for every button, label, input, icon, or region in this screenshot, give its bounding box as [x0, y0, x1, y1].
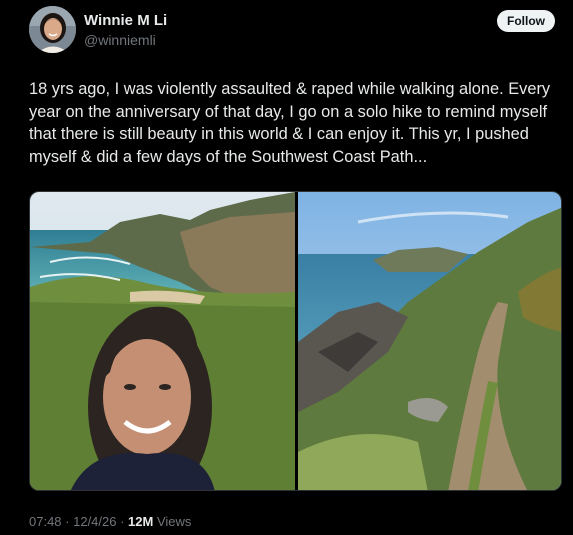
- tweet-time[interactable]: 07:48: [29, 514, 62, 529]
- selfie-coast-photo-icon: [30, 192, 295, 490]
- meta-separator: ·: [116, 514, 129, 529]
- tweet-meta: 07:48 · 12/4/26 · 12M Views: [29, 514, 191, 529]
- author-handle[interactable]: @winniemli: [84, 32, 156, 48]
- views-label: Views: [153, 514, 192, 529]
- tweet-header: Winnie M Li @winniemli Follow: [0, 0, 573, 60]
- follow-button[interactable]: Follow: [497, 10, 555, 32]
- avatar[interactable]: [29, 6, 76, 53]
- author-name[interactable]: Winnie M Li: [84, 12, 167, 29]
- media-grid: [29, 191, 562, 491]
- photo-selfie[interactable]: [30, 192, 295, 490]
- tweet-date[interactable]: 12/4/26: [73, 514, 116, 529]
- views-count: 12M: [128, 514, 154, 529]
- coastal-path-photo-icon: [298, 192, 561, 490]
- meta-separator: ·: [61, 514, 74, 529]
- tweet-text: 18 yrs ago, I was violently assaulted & …: [29, 80, 551, 166]
- photo-coastal-path[interactable]: [298, 192, 561, 490]
- avatar-icon: [29, 6, 76, 53]
